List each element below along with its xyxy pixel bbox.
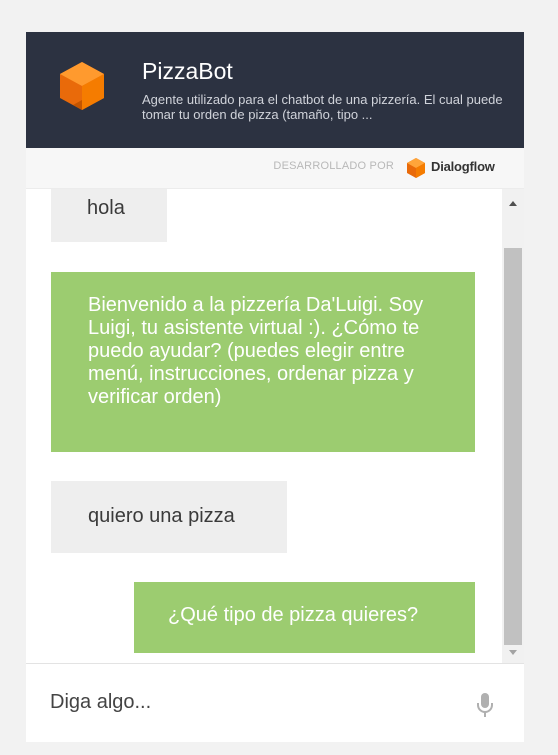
bot-description: Agente utilizado para el chatbot de una … [142,92,503,122]
message-scrollbar[interactable] [502,189,524,663]
user-message: quiero una pizza [51,481,287,553]
user-message: hola [51,189,167,242]
message-list[interactable]: hola Bienvenido a la pizzería Da'Luigi. … [26,189,502,663]
bot-message: ¿Qué tipo de pizza quieres? [134,582,475,653]
chat-header: PizzaBot Agente utilizado para el chatbo… [26,32,524,148]
chat-widget: PizzaBot Agente utilizado para el chatbo… [26,32,524,742]
scroll-up-arrow-icon[interactable] [502,189,524,219]
scroll-thumb[interactable] [504,248,522,645]
bot-message: Bienvenido a la pizzería Da'Luigi. Soy L… [51,272,475,452]
dialogflow-logo-icon [407,158,425,178]
powered-by-label: DESARROLLADO POR [273,160,394,172]
message-input[interactable] [50,686,450,718]
microphone-icon[interactable] [476,692,494,718]
bot-title: PizzaBot [142,58,233,84]
powered-by-bar: DESARROLLADO POR Dialogflow [26,148,524,189]
dialogflow-brand: Dialogflow [431,159,495,174]
dialogflow-logo-icon [60,62,104,110]
input-bar [26,663,524,742]
scroll-down-arrow-icon[interactable] [502,643,524,663]
